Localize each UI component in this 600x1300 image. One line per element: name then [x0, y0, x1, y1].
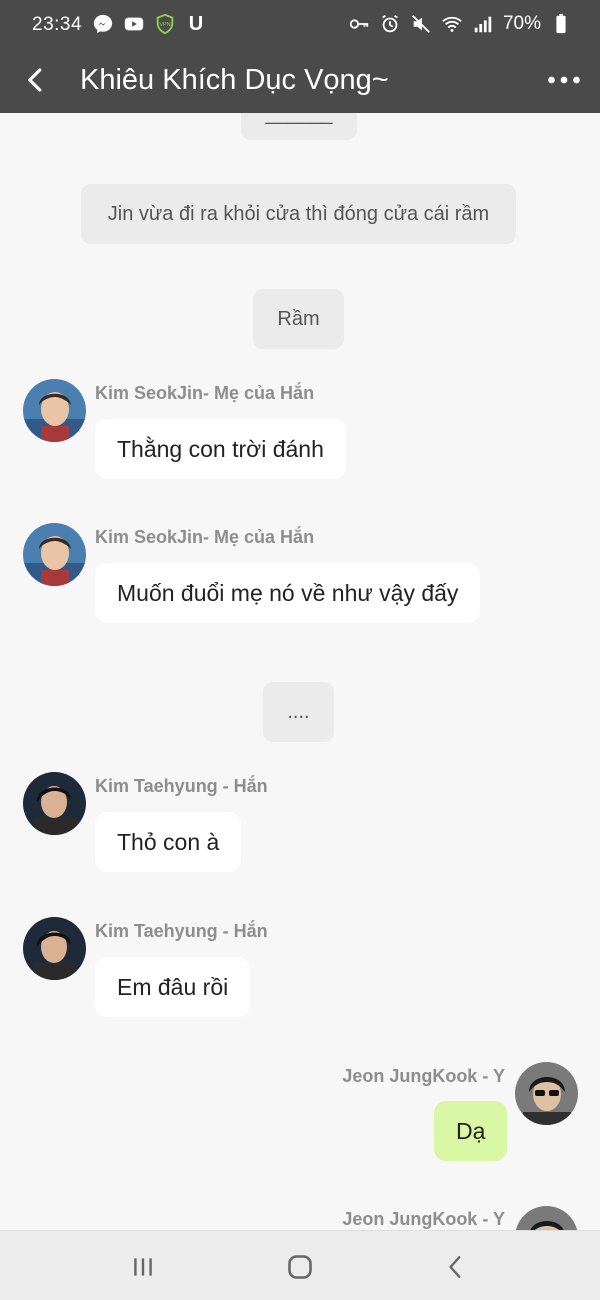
back-arrow-icon [28, 68, 42, 92]
sender-name: Jeon JungKook - Y [342, 1066, 505, 1086]
recent-apps-button[interactable] [121, 1245, 165, 1289]
sender-name: Kim SeokJin- Mẹ của Hắn [95, 383, 315, 403]
chat-title: Khiêu Khích Dục Vọng~ [80, 64, 389, 96]
youtube-icon [123, 13, 145, 35]
avatar-jungkook[interactable] [515, 1206, 578, 1230]
status-time: 23:34 [32, 14, 83, 35]
avatar-taehyung[interactable] [23, 772, 86, 835]
nav-back-button[interactable] [434, 1245, 478, 1289]
home-icon [288, 1255, 312, 1279]
avatar-image [515, 1062, 578, 1125]
sender-name: Kim SeokJin- Mẹ của Hắn [95, 527, 315, 547]
system-message: Rầm [253, 289, 344, 349]
message-text: Muốn đuổi mẹ nó về như vậy đấy [117, 579, 459, 606]
avatar-image [515, 1206, 578, 1230]
status-bar: 23:34 VPN U 70% [0, 0, 600, 48]
message-text: Thỏ con à [117, 828, 220, 855]
back-nav-icon [449, 1256, 461, 1278]
system-message-text: Jin vừa đi ra khỏi cửa thì đóng cửa cái … [107, 202, 490, 225]
message-bubble[interactable]: Thỏ con à [95, 812, 242, 872]
system-message: .... [263, 682, 334, 742]
system-message-divider: ______ [241, 113, 357, 140]
avatar-seokjin[interactable] [23, 379, 86, 442]
sender-name: Kim Taehyung - Hắn [95, 776, 268, 796]
home-button[interactable] [278, 1245, 322, 1289]
message-text: Dạ [456, 1117, 486, 1144]
system-message: Jin vừa đi ra khỏi cửa thì đóng cửa cái … [81, 184, 516, 244]
u-icon: U [188, 12, 204, 35]
key-icon [348, 13, 370, 35]
avatar-seokjin[interactable] [23, 523, 86, 586]
avatar-image [23, 917, 86, 980]
message-bubble[interactable]: Thằng con trời đánh [95, 419, 346, 479]
avatar-image [23, 772, 86, 835]
signal-icon [472, 13, 494, 35]
message-bubble-outgoing[interactable]: Dạ [434, 1101, 508, 1161]
chat-thread[interactable]: ______ Jin vừa đi ra khỏi cửa thì đóng c… [0, 113, 600, 1230]
vpn-icon: VPN [154, 13, 176, 35]
battery-percent: 70% [502, 13, 541, 34]
system-nav-bar [0, 1230, 600, 1300]
message-bubble[interactable]: Muốn đuổi mẹ nó về như vậy đấy [95, 563, 481, 623]
wifi-icon [441, 13, 463, 35]
sender-name: Jeon JungKook - Y [342, 1209, 505, 1229]
message-text: Thằng con trời đánh [117, 435, 324, 462]
top-bar: 23:34 VPN U 70% Khiêu Khích Dục Vọng~ [0, 0, 600, 113]
more-options-button[interactable] [542, 60, 586, 100]
app-bar: Khiêu Khích Dục Vọng~ [0, 48, 600, 113]
messenger-icon [92, 13, 114, 35]
back-button[interactable] [18, 60, 54, 100]
more-dots-icon [548, 76, 580, 84]
svg-text:VPN: VPN [159, 22, 170, 28]
system-message-text: .... [287, 700, 310, 723]
alarm-icon [379, 13, 401, 35]
message-text: Em đâu rồi [117, 973, 229, 1000]
avatar-jungkook[interactable] [515, 1062, 578, 1125]
avatar-image [23, 379, 86, 442]
avatar-image [23, 523, 86, 586]
avatar-taehyung[interactable] [23, 917, 86, 980]
recent-apps-icon [134, 1258, 152, 1276]
mute-icon [410, 13, 432, 35]
system-message-text: ______ [265, 113, 333, 125]
status-icons-right: 70% [348, 12, 572, 36]
battery-icon [550, 13, 572, 35]
status-icons-left: VPN U [92, 12, 207, 36]
system-message-text: Rầm [277, 307, 320, 330]
sender-name: Kim Taehyung - Hắn [95, 921, 268, 941]
message-bubble[interactable]: Em đâu rồi [95, 957, 251, 1017]
